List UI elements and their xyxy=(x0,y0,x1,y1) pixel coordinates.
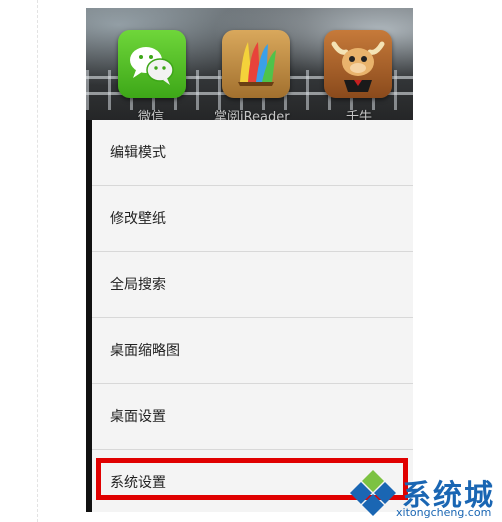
menu-item-label: 修改壁纸 xyxy=(110,211,166,227)
menu-item-desktop-thumbnail[interactable]: 桌面缩略图 xyxy=(92,318,413,384)
ireader-icon[interactable] xyxy=(222,30,290,98)
qianniu-icon[interactable] xyxy=(324,30,392,98)
home-wallpaper: 微信 掌阅iReader 千牛 xyxy=(86,8,413,125)
menu-item-label: 桌面设置 xyxy=(110,409,166,425)
menu-item-label: 系统设置 xyxy=(110,475,166,491)
watermark-url: xitongcheng.com xyxy=(396,506,492,519)
wechat-icon[interactable] xyxy=(118,30,186,98)
page-guide-line xyxy=(37,0,38,522)
phone-screen: 微信 掌阅iReader 千牛 编辑模式 修改壁纸 全局搜索 桌面缩略图 桌面设… xyxy=(86,8,413,512)
diamond-logo-icon xyxy=(350,470,396,516)
menu-item-label: 编辑模式 xyxy=(110,145,166,161)
menu-item-desktop-settings[interactable]: 桌面设置 xyxy=(92,384,413,450)
desktop-menu: 编辑模式 修改壁纸 全局搜索 桌面缩略图 桌面设置 系统设置 xyxy=(92,120,413,512)
menu-item-label: 全局搜索 xyxy=(110,277,166,293)
menu-item-change-wallpaper[interactable]: 修改壁纸 xyxy=(92,186,413,252)
menu-item-label: 桌面缩略图 xyxy=(110,343,180,359)
watermark: 系统城 xitongcheng.com xyxy=(346,466,502,522)
menu-item-global-search[interactable]: 全局搜索 xyxy=(92,252,413,318)
menu-item-edit-mode[interactable]: 编辑模式 xyxy=(92,120,413,186)
